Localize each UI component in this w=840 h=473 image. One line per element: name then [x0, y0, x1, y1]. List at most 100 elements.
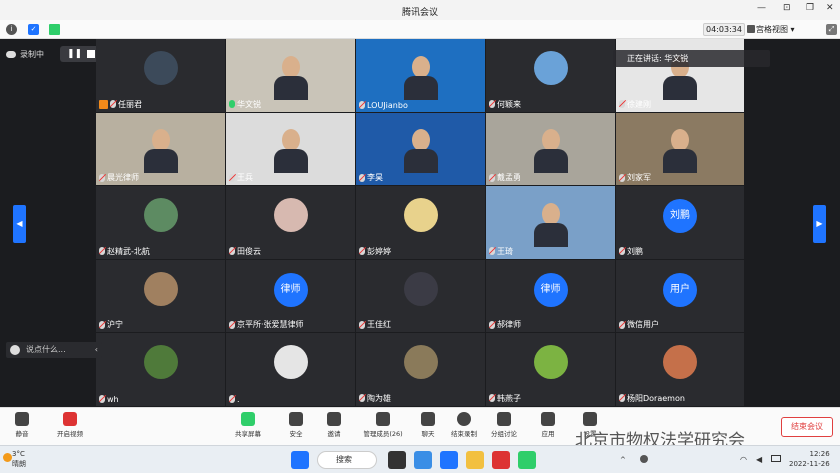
- mic-muted-icon: [99, 320, 105, 329]
- maximize-icon[interactable]: ❐: [806, 3, 814, 13]
- taskbar-clock[interactable]: 12:26 2022-11-26: [789, 449, 830, 469]
- participant-tile[interactable]: 韩燕子: [486, 333, 616, 407]
- mute-button[interactable]: 静音: [6, 412, 38, 438]
- participant-tile[interactable]: 李昊: [356, 112, 486, 187]
- participant-tile[interactable]: 杨阳Doraemon: [616, 333, 745, 407]
- volume-icon[interactable]: ◀: [756, 455, 762, 464]
- info-icon[interactable]: i: [6, 24, 17, 35]
- participant-tile[interactable]: 何颖来: [486, 39, 616, 113]
- windows-start-icon[interactable]: [291, 451, 309, 469]
- speaking-indicator: 正在讲话: 华文锐: [613, 50, 770, 67]
- control-label: 共享屏幕: [235, 430, 261, 438]
- participant-name-row: 王琦: [489, 246, 513, 257]
- shield-icon[interactable]: ✓: [28, 24, 39, 35]
- chat-button[interactable]: 聊天: [412, 412, 444, 438]
- camera-icon: [63, 412, 77, 426]
- wechat-icon[interactable]: [518, 451, 536, 469]
- prev-page-button[interactable]: ◀: [13, 205, 26, 243]
- participant-tile[interactable]: 律师京平所·张爱慧律师: [226, 259, 356, 334]
- participant-name-row: 王兵: [229, 172, 253, 183]
- avatar-initials: 律师: [273, 272, 308, 307]
- participant-tile[interactable]: .: [226, 333, 356, 407]
- fullscreen-icon[interactable]: ⤢: [826, 24, 837, 35]
- grid-view-icon[interactable]: [747, 25, 755, 33]
- wps-icon[interactable]: [492, 451, 510, 469]
- close-icon[interactable]: ✕: [826, 3, 834, 13]
- participant-tile[interactable]: 华文锐: [226, 39, 356, 113]
- weather-widget[interactable]: 3°C 晴朗: [12, 449, 26, 469]
- manage-members-button[interactable]: 管理成员(26): [356, 412, 410, 438]
- signal-icon[interactable]: [49, 24, 60, 35]
- security-button[interactable]: 安全: [280, 412, 312, 438]
- mic-muted-icon: [359, 394, 365, 403]
- view-label: 宫格视图: [756, 25, 788, 34]
- participant-tile[interactable]: 王佳红: [356, 259, 486, 334]
- participant-name-row: 京平所·张爱慧律师: [229, 319, 304, 330]
- chat-icon: [421, 412, 435, 426]
- participant-tile[interactable]: 沪宁: [96, 259, 226, 334]
- next-page-button[interactable]: ▶: [813, 205, 826, 243]
- battery-icon[interactable]: [771, 455, 781, 462]
- mic-muted-icon: [110, 100, 116, 109]
- participant-tile[interactable]: 用户微信用户: [616, 259, 745, 334]
- invite-button[interactable]: 邀请: [318, 412, 350, 438]
- participant-name-row: 郝律师: [489, 319, 521, 330]
- stop-recording-button[interactable]: [87, 50, 95, 58]
- mic-muted-icon: [99, 395, 105, 404]
- breakout-rooms-button[interactable]: 分组讨论: [488, 412, 520, 438]
- widgets-icon[interactable]: [414, 451, 432, 469]
- participant-tile[interactable]: 陶为雄: [356, 333, 486, 407]
- tencent-meeting-icon[interactable]: [440, 451, 458, 469]
- mic-muted-icon: [489, 247, 495, 256]
- collapse-chat-icon[interactable]: ‹: [95, 342, 98, 358]
- mic-muted-icon: [619, 100, 625, 109]
- settings-icon: [583, 412, 597, 426]
- participant-tile[interactable]: 王兵: [226, 112, 356, 187]
- tray-chevron-icon[interactable]: ^: [620, 456, 626, 464]
- participant-tile[interactable]: 彭婷婷: [356, 186, 486, 260]
- avatar: [273, 345, 308, 380]
- end-meeting-button[interactable]: 结束会议: [781, 417, 833, 437]
- participant-tile[interactable]: 刘家军: [616, 112, 745, 187]
- participant-tile[interactable]: 王琦: [486, 186, 616, 260]
- participant-name: 彭婷婷: [367, 246, 391, 256]
- participant-tile[interactable]: 任丽君: [96, 39, 226, 113]
- pin-icon[interactable]: ⊡: [783, 3, 791, 13]
- wifi-icon[interactable]: ◠: [740, 455, 747, 464]
- emoji-icon[interactable]: [10, 345, 20, 355]
- participant-tile[interactable]: 戴孟勇: [486, 112, 616, 187]
- participant-tile[interactable]: 晨光律师: [96, 112, 226, 187]
- participant-name: wh: [107, 394, 119, 404]
- breakout-icon: [497, 412, 511, 426]
- participant-name-row: 微信用户: [619, 319, 659, 330]
- share-screen-button[interactable]: 共享屏幕: [232, 412, 264, 438]
- participant-figure: [273, 55, 308, 100]
- file-explorer-icon[interactable]: [466, 451, 484, 469]
- avatar: [143, 198, 178, 233]
- pause-recording-button[interactable]: ❚❚: [67, 49, 82, 59]
- chat-input[interactable]: 说点什么... ‹: [6, 342, 102, 358]
- participant-name-row: 韩燕子: [489, 393, 521, 404]
- view-switch-button[interactable]: 宫格视图 ▾: [756, 23, 795, 36]
- video-button[interactable]: 开启视频: [54, 412, 86, 438]
- avatar-initials: 用户: [663, 272, 697, 307]
- taskbar-search[interactable]: 搜索: [317, 451, 377, 469]
- participant-tile[interactable]: LOUJianbo: [356, 39, 486, 113]
- participant-tile[interactable]: 赵精武-北航: [96, 186, 226, 260]
- minimize-icon[interactable]: —: [757, 3, 766, 13]
- control-label: 开启视频: [57, 430, 83, 438]
- mic-muted-icon: [489, 320, 495, 329]
- control-label: 分组讨论: [491, 430, 517, 438]
- participant-name-row: LOUJianbo: [359, 101, 408, 110]
- end-recording-button[interactable]: 结束录制: [448, 412, 480, 438]
- participant-name: 陶为雄: [367, 393, 391, 403]
- participant-tile[interactable]: 律师 郝律师: [486, 259, 616, 334]
- participant-tile[interactable]: 田俊云: [226, 186, 356, 260]
- tray-icon[interactable]: [640, 455, 648, 463]
- participant-name: 赵精武-北航: [107, 246, 150, 256]
- participant-tile[interactable]: wh: [96, 333, 226, 407]
- apps-button[interactable]: 应用: [532, 412, 564, 438]
- participant-name: 任丽君: [118, 99, 142, 109]
- task-view-icon[interactable]: [388, 451, 406, 469]
- participant-tile[interactable]: 刘鹏 刘鹏: [616, 186, 745, 260]
